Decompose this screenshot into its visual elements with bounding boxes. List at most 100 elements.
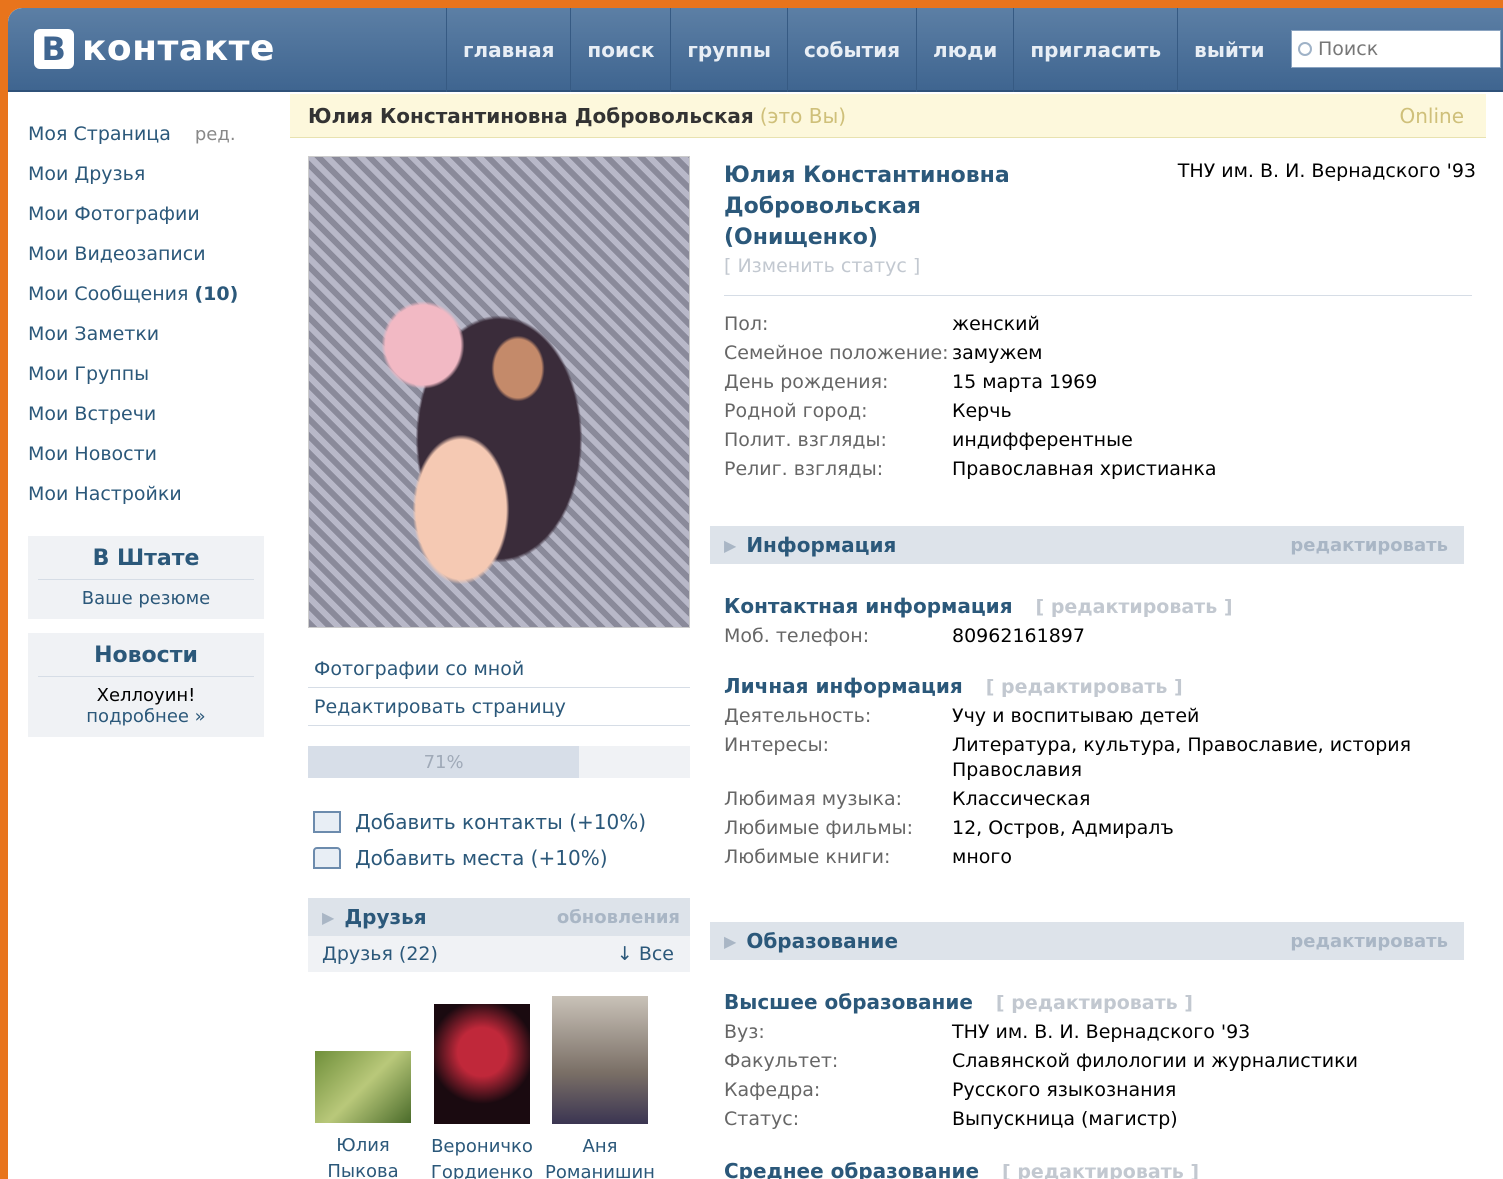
info-row: Любимая музыка: Классическая <box>724 785 1472 814</box>
collapse-arrow-icon[interactable]: ▶ <box>724 932 736 951</box>
info-value[interactable]: индифферентные <box>952 426 1472 455</box>
search-input[interactable]: Поиск <box>1291 30 1501 68</box>
friend-last-name: Пыкова <box>327 1161 399 1179</box>
nav-invite[interactable]: пригласить <box>1013 8 1177 92</box>
basic-info-list: Пол: женский Семейное положение: замужем Д… <box>724 310 1472 484</box>
resume-link[interactable]: Ваше резюме <box>38 588 254 609</box>
secondary-edit-link[interactable]: [ редактировать ] <box>1002 1161 1199 1179</box>
nav-events[interactable]: события <box>786 8 916 92</box>
add-items: Добавить контакты (+10%) Добавить места … <box>313 804 693 876</box>
info-value[interactable]: Славянской филологии и журналистики <box>952 1047 1472 1076</box>
menu-meetings[interactable]: Мои Встречи <box>28 394 268 434</box>
section-education-title: Образование <box>746 929 899 953</box>
friends-count[interactable]: Друзья (22) <box>322 943 438 965</box>
friend-avatar[interactable] <box>434 1004 530 1124</box>
add-places-link[interactable]: Добавить места (+10%) <box>313 840 693 876</box>
menu-my-page-label: Моя Страница <box>28 123 171 145</box>
news-text: Хеллоуин! <box>96 685 196 706</box>
friends-updates-link[interactable]: обновления <box>557 907 680 928</box>
higher-edit-link[interactable]: [ редактировать ] <box>996 992 1193 1014</box>
menu-my-page[interactable]: Моя Страница ред. <box>28 114 268 154</box>
profile-fullname: Юлия Константиновна Добровольская (Онище… <box>724 163 1010 250</box>
nav-search[interactable]: поиск <box>570 8 670 92</box>
news-box-title: Новости <box>38 639 254 677</box>
info-value[interactable]: Керчь <box>952 397 1472 426</box>
info-value[interactable]: Выпускница (магистр) <box>952 1105 1472 1134</box>
collapse-arrow-icon[interactable]: ▶ <box>724 536 736 555</box>
friend-item[interactable]: Юлия Пыкова <box>308 1051 418 1179</box>
menu-groups[interactable]: Мои Группы <box>28 354 268 394</box>
news-box: Новости Хеллоуин! подробнее » <box>28 633 264 737</box>
info-value[interactable]: женский <box>952 310 1472 339</box>
info-label: Родной город: <box>724 400 868 422</box>
info-value[interactable]: Учу и воспитываю детей <box>952 702 1472 731</box>
friend-item[interactable]: Вероничко Гордиенко <box>424 1004 540 1179</box>
edit-page-link[interactable]: Редактировать страницу <box>308 688 690 726</box>
photos-with-me-link[interactable]: Фотографии со мной <box>308 650 690 688</box>
menu-notes[interactable]: Мои Заметки <box>28 314 268 354</box>
info-value[interactable]: ТНУ им. В. И. Вернадского '93 <box>952 1018 1472 1047</box>
menu-settings[interactable]: Мои Настройки <box>28 474 268 514</box>
search-placeholder: Поиск <box>1318 38 1379 60</box>
friends-header: ▶ Друзья обновления <box>308 898 690 936</box>
info-label: Пол: <box>724 313 769 335</box>
messages-count: (10) <box>194 283 239 305</box>
menu-videos[interactable]: Мои Видеозаписи <box>28 234 268 274</box>
info-label: Любимые книги: <box>724 846 891 868</box>
profile-university[interactable]: ТНУ им. В. И. Вернадского '93 <box>1176 160 1476 182</box>
info-value[interactable]: Классическая <box>952 785 1472 814</box>
nav-logout[interactable]: выйти <box>1177 8 1280 92</box>
staff-box: В Штате Ваше резюме <box>28 536 264 619</box>
personal-block: Личная информация [ редактировать ] Деят… <box>724 671 1472 872</box>
nav-home[interactable]: главная <box>446 8 570 92</box>
info-value[interactable]: замужем <box>952 339 1472 368</box>
higher-title: Высшее образование [ редактировать ] <box>724 987 1472 1018</box>
info-row: Факультет: Славянской филологии и журнали… <box>724 1047 1472 1076</box>
contact-card-icon <box>313 811 341 833</box>
contact-block: Контактная информация [ редактировать ] … <box>724 591 1472 651</box>
info-value[interactable]: Русского языкознания <box>952 1076 1472 1105</box>
left-menu: Моя Страница ред. Мои Друзья Мои Фотогра… <box>28 114 268 737</box>
menu-friends[interactable]: Мои Друзья <box>28 154 268 194</box>
info-label: Деятельность: <box>724 705 872 727</box>
menu-news[interactable]: Мои Новости <box>28 434 268 474</box>
friends-all-link[interactable]: ↓ Все <box>617 943 674 965</box>
friend-first-name: Аня <box>582 1136 618 1157</box>
photo-links: Фотографии со мной Редактировать страниц… <box>308 650 690 726</box>
secondary-title: Среднее образование [ редактировать ] <box>724 1156 1472 1179</box>
news-more-link[interactable]: подробнее » <box>38 706 254 727</box>
info-value[interactable]: много <box>952 843 1472 872</box>
friend-item[interactable]: Аня Романишин <box>545 996 655 1179</box>
info-value[interactable]: Православная христианка <box>952 455 1472 484</box>
info-row: Семейное положение: замужем <box>724 339 1472 368</box>
nav-groups[interactable]: группы <box>670 8 787 92</box>
info-row: Кафедра: Русского языкознания <box>724 1076 1472 1105</box>
personal-edit-link[interactable]: [ редактировать ] <box>986 676 1183 698</box>
menu-messages[interactable]: Мои Сообщения (10) <box>28 274 268 314</box>
add-contacts-label: Добавить контакты (+10%) <box>355 810 647 834</box>
contact-edit-link[interactable]: [ редактировать ] <box>1036 596 1233 618</box>
section-info-edit[interactable]: редактировать <box>1290 535 1448 556</box>
add-contacts-link[interactable]: Добавить контакты (+10%) <box>313 804 693 840</box>
menu-photos[interactable]: Мои Фотографии <box>28 194 268 234</box>
info-value[interactable]: Литература, культура, Православие, истор… <box>952 733 1472 783</box>
info-label: День рождения: <box>724 371 889 393</box>
info-label: Моб. телефон: <box>724 625 870 647</box>
friend-avatar[interactable] <box>552 996 648 1124</box>
menu-edit-link[interactable]: ред. <box>195 124 236 145</box>
info-value[interactable]: 15 марта 1969 <box>952 368 1472 397</box>
info-value: 80962161897 <box>952 625 1085 647</box>
change-status-link[interactable]: [ Изменить статус ] <box>724 255 1472 277</box>
profile-photo[interactable] <box>308 156 690 628</box>
nav-people[interactable]: люди <box>916 8 1013 92</box>
friend-avatar[interactable] <box>315 1051 411 1123</box>
site-logo[interactable]: В контакте <box>34 28 275 69</box>
main-nav: главная поиск группы события люди пригла… <box>446 8 1281 92</box>
info-row: Пол: женский <box>724 310 1472 339</box>
menu-messages-label: Мои Сообщения <box>28 283 189 305</box>
section-education-edit[interactable]: редактировать <box>1290 931 1448 952</box>
info-row: Любимые книги: много <box>724 843 1472 872</box>
collapse-arrow-icon[interactable]: ▶ <box>322 908 334 927</box>
info-value[interactable]: 12, Остров, Адмиралъ <box>952 814 1472 843</box>
friend-first-name: Юлия <box>336 1135 390 1156</box>
